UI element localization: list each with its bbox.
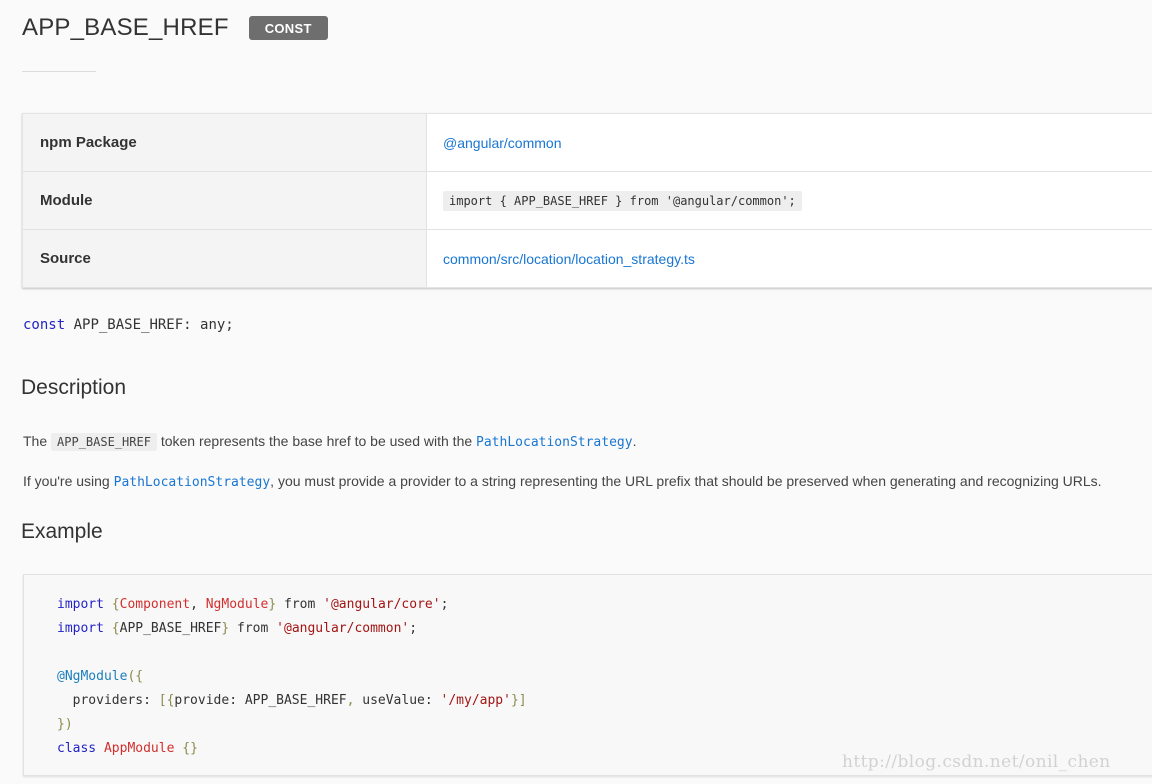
source-file-link[interactable]: common/src/location/location_strategy.ts (443, 251, 695, 267)
info-key-module: Module (23, 172, 427, 229)
code-line-2: import {APP_BASE_HREF} from '@angular/co… (57, 621, 417, 636)
example-code-block[interactable]: import {Component, NgModule} from '@angu… (23, 574, 1152, 776)
code-identifier: APP_BASE_HREF (119, 621, 222, 636)
code-identifier: Component (119, 597, 191, 612)
info-key-source: Source (23, 230, 427, 287)
code-line-5: providers: [{provide: APP_BASE_HREF, use… (57, 693, 527, 708)
code-decorator: @NgModule (57, 669, 128, 684)
code-from: from (229, 621, 277, 636)
info-row-npm-package: npm Package @angular/common (23, 114, 1152, 172)
app-base-href-inline-code: APP_BASE_HREF (51, 433, 157, 451)
code-keyword: class (57, 741, 97, 756)
code-string: '@angular/common' (276, 621, 410, 636)
npm-package-link[interactable]: @angular/common (443, 135, 562, 151)
info-value-npm-package: @angular/common (427, 114, 562, 171)
description-heading: Description (21, 376, 127, 399)
info-row-source: Source common/src/location/location_stra… (23, 230, 1152, 287)
p1-text-middle: token represents the base href to be use… (156, 433, 477, 449)
p2-text-after: , you must provide a provider to a strin… (270, 473, 1102, 489)
signature-keyword: const (23, 317, 66, 333)
code-string: '/my/app' (440, 693, 511, 708)
watermark: http://blog.csdn.net/onil_chen (842, 752, 1111, 772)
code-class-name: AppModule (96, 741, 175, 756)
path-location-strategy-link-2[interactable]: PathLocationStrategy (114, 475, 271, 490)
code-line-4: @NgModule({ (57, 669, 143, 684)
code-from: from (276, 597, 324, 612)
code-providers: providers: (57, 693, 159, 708)
code-brace: ({ (127, 669, 144, 684)
code-brace: }] (510, 693, 527, 708)
title-row: APP_BASE_HREF CONST (22, 14, 328, 42)
code-use-value: useValue: (354, 693, 441, 708)
page-title: APP_BASE_HREF (22, 14, 229, 41)
title-divider (22, 71, 96, 72)
info-value-source: common/src/location/location_strategy.ts (427, 230, 695, 287)
code-keyword: import (57, 621, 104, 636)
example-heading: Example (21, 520, 103, 543)
path-location-strategy-link-1[interactable]: PathLocationStrategy (476, 435, 633, 450)
code-identifier: NgModule (205, 597, 269, 612)
code-line-6: }) (57, 717, 73, 732)
p1-text-before: The (23, 433, 52, 449)
info-row-module: Module import { APP_BASE_HREF } from '@a… (23, 172, 1152, 230)
p1-text-after: . (632, 433, 637, 449)
signature-rest: APP_BASE_HREF: any; (65, 317, 234, 333)
code-line-1: import {Component, NgModule} from '@angu… (57, 597, 448, 612)
code-brace: { (103, 621, 120, 636)
code-separator: , (190, 597, 206, 612)
code-line-7: class AppModule {} (57, 741, 198, 756)
p2-text-before: If you're using (23, 473, 114, 489)
code-brace: [{ (158, 693, 175, 708)
module-import-code: import { APP_BASE_HREF } from '@angular/… (443, 190, 802, 211)
description-paragraph-2: If you're using PathLocationStrategy, yo… (23, 473, 1102, 490)
info-key-npm-package: npm Package (23, 114, 427, 171)
example-code: import {Component, NgModule} from '@angu… (57, 593, 527, 761)
code-brace: } (268, 597, 277, 612)
code-semicolon: ; (440, 597, 449, 612)
info-value-module: import { APP_BASE_HREF } from '@angular/… (427, 172, 802, 229)
code-brace: { (103, 597, 120, 612)
code-semicolon: ; (409, 621, 418, 636)
code-string: '@angular/core' (323, 597, 441, 612)
code-brace: }) (57, 717, 73, 732)
description-paragraph-1: The APP_BASE_HREF token represents the b… (23, 433, 637, 451)
info-table: npm Package @angular/common Module impor… (22, 113, 1152, 288)
code-provide: provide: APP_BASE_HREF (174, 693, 347, 708)
code-brace: {} (174, 741, 198, 756)
const-badge: CONST (248, 16, 328, 40)
code-keyword: import (57, 597, 104, 612)
const-signature: const APP_BASE_HREF: any; (23, 317, 234, 333)
